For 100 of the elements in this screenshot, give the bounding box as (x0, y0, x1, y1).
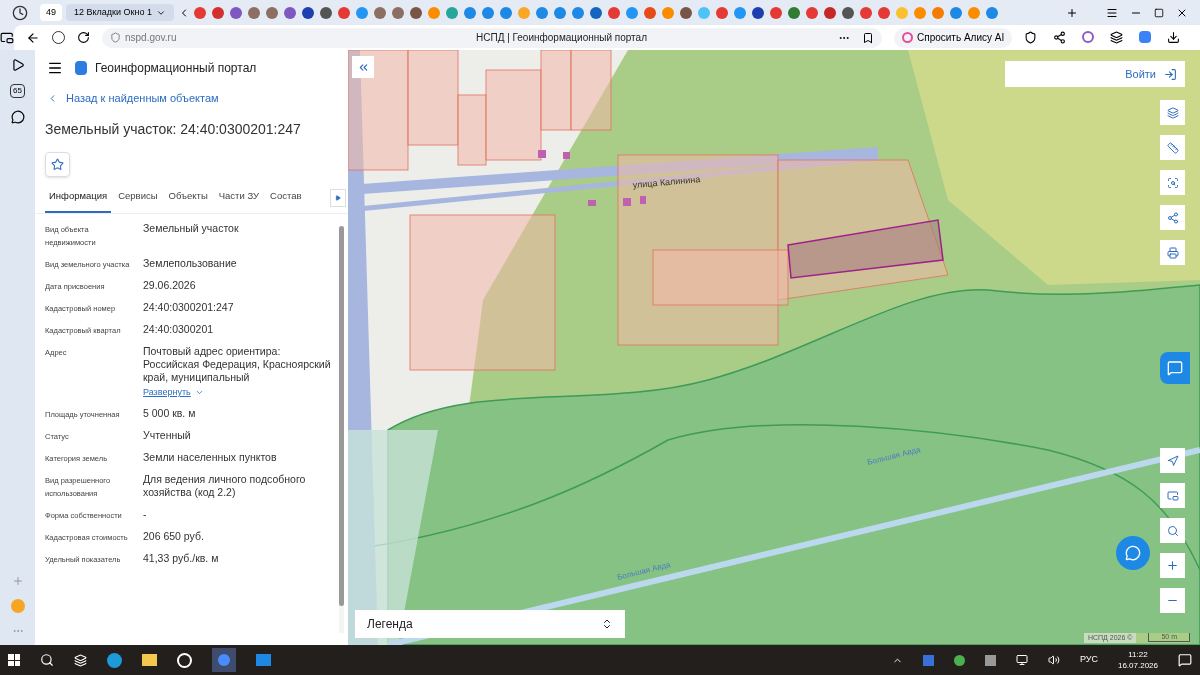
back-link[interactable]: Назад к найденным объектам (35, 90, 348, 107)
favorite-button[interactable] (45, 151, 70, 177)
app-icon[interactable] (177, 652, 192, 668)
search-icon[interactable] (40, 653, 54, 667)
site-favicon-icon[interactable] (805, 6, 818, 19)
site-favicon-icon[interactable] (193, 6, 206, 19)
site-favicon-icon[interactable] (319, 6, 332, 19)
site-favicon-icon[interactable] (535, 6, 548, 19)
site-favicon-icon[interactable] (265, 6, 278, 19)
chat-icon[interactable] (10, 110, 25, 124)
print-button[interactable] (1160, 240, 1185, 265)
site-favicon-icon[interactable] (553, 6, 566, 19)
navigation-arrow-icon (1166, 454, 1179, 467)
tab-group-button[interactable]: 12 Вкладки Окно 1 (66, 3, 174, 22)
tray-app-icon[interactable] (953, 654, 965, 666)
field-value: 29.06.2026 (143, 278, 197, 292)
site-favicon-icon[interactable] (211, 6, 224, 19)
url-text: nspd.gov.ru (125, 31, 178, 45)
site-favicon-icon[interactable] (463, 6, 476, 19)
login-button[interactable]: Войти (1005, 61, 1185, 87)
site-favicon-icon[interactable] (859, 6, 872, 19)
map-view-icon (1166, 489, 1179, 502)
clock[interactable]: 11:22 16.07.2026 (1117, 649, 1158, 671)
play-icon[interactable] (10, 58, 25, 72)
site-favicon-icon[interactable] (301, 6, 314, 19)
site-favicon-icon[interactable] (643, 6, 656, 19)
site-favicon-icon[interactable] (499, 6, 512, 19)
bookmark-icon[interactable] (862, 31, 874, 44)
search-location-button[interactable] (1160, 518, 1185, 543)
expand-link[interactable]: Развернуть (143, 385, 339, 400)
site-favicon-icon[interactable] (985, 6, 998, 19)
ask-alice-button[interactable]: Спросить Алису AI (894, 27, 1013, 48)
portal-logo-icon (75, 61, 87, 75)
new-tab-icon[interactable] (1066, 6, 1078, 19)
reload-icon[interactable] (77, 31, 90, 44)
zoom-in-button[interactable] (1160, 553, 1185, 578)
collapse-panel-button[interactable] (352, 56, 374, 78)
back-icon[interactable] (26, 30, 40, 45)
scrollbar[interactable] (339, 225, 344, 633)
menu-icon[interactable] (47, 60, 63, 76)
tab[interactable]: Объекты (164, 184, 212, 213)
area-search-icon (1166, 176, 1179, 189)
address-bar[interactable]: nspd.gov.ru НСПД | Геоинформационный портал (102, 27, 882, 48)
tab[interactable]: Сервисы (114, 184, 162, 213)
menu-icon[interactable] (1106, 6, 1118, 19)
layers-button[interactable] (1160, 100, 1185, 125)
notifications-icon[interactable] (1178, 653, 1192, 667)
history-icon[interactable] (12, 4, 28, 21)
site-favicon-icon[interactable] (823, 6, 836, 19)
site-favicon-icon[interactable] (679, 6, 692, 19)
tab[interactable]: Состав (266, 184, 306, 213)
windows-start-icon[interactable] (8, 654, 20, 666)
extension-icon[interactable] (1110, 31, 1124, 44)
tray-app-icon[interactable] (984, 654, 996, 666)
site-favicon-icon[interactable] (607, 6, 620, 19)
site-favicon-icon[interactable] (391, 6, 404, 19)
shield-icon (110, 32, 121, 43)
site-favicon-icon[interactable] (787, 6, 800, 19)
locate-button[interactable] (1160, 448, 1185, 473)
site-favicon-icon[interactable] (229, 6, 242, 19)
site-favicon-icon[interactable] (409, 6, 422, 19)
share-button[interactable] (1160, 205, 1185, 230)
tab[interactable]: Части ЗУ (214, 184, 264, 213)
panels-icon[interactable] (0, 30, 14, 45)
site-favicon-icon[interactable] (283, 6, 296, 19)
extension-icon[interactable] (1024, 31, 1038, 44)
site-favicon-icon[interactable] (481, 6, 494, 19)
tab[interactable]: Информация (45, 184, 112, 213)
site-favicon-icon[interactable] (337, 6, 350, 19)
site-favicon-icon[interactable] (949, 6, 962, 19)
extension-icon[interactable] (1053, 31, 1067, 44)
feedback-icon (1167, 360, 1183, 376)
ruler-button[interactable] (1160, 135, 1185, 160)
field-value: 24:40:0300201 (143, 322, 215, 336)
site-favicon-icon[interactable] (751, 6, 764, 19)
tab-counter[interactable]: 49 (40, 3, 62, 22)
site-favicon-icon[interactable] (571, 6, 584, 19)
task-view-icon[interactable] (74, 653, 87, 667)
field-value: - (143, 508, 148, 522)
maximize-icon[interactable] (1154, 7, 1164, 18)
site-favicon-icon[interactable] (715, 6, 728, 19)
volume-icon[interactable] (1047, 654, 1060, 666)
site-favicon-icon[interactable] (373, 6, 386, 19)
site-favicon-icon[interactable] (841, 6, 854, 19)
site-favicon-icon[interactable] (589, 6, 602, 19)
tabs-scroll-button[interactable] (330, 188, 346, 207)
map-view-button[interactable] (1160, 483, 1185, 508)
legend-dropdown[interactable]: Легенда (355, 610, 625, 638)
language-indicator[interactable]: РУС (1079, 653, 1098, 667)
selected-parcel[interactable] (787, 219, 944, 279)
area-search-button[interactable] (1160, 170, 1185, 195)
field-value: 24:40:0300201:247 (143, 300, 235, 314)
feedback-button[interactable] (1160, 352, 1190, 384)
site-favicon-icon[interactable] (247, 6, 260, 19)
site-favicon-icon[interactable] (769, 6, 782, 19)
site-favicon-icon[interactable] (877, 6, 890, 19)
sidebar-badge[interactable]: 65 (10, 84, 25, 98)
tray-app-icon[interactable] (922, 654, 934, 666)
download-icon[interactable] (1167, 31, 1181, 44)
network-icon[interactable] (1015, 654, 1028, 666)
